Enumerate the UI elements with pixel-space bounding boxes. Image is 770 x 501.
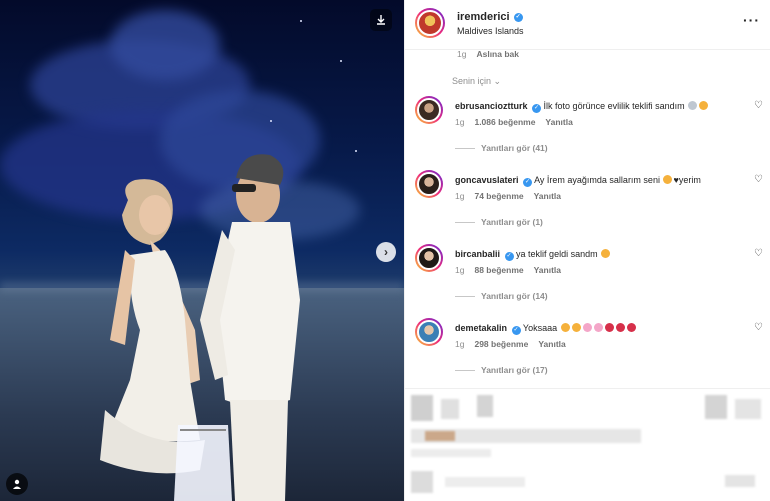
verified-badge-icon: ✓ <box>504 251 514 261</box>
comment-item: goncavuslateri ✓ Ay İrem ayağımda sallar… <box>405 170 770 240</box>
username-text[interactable]: iremderici <box>457 11 510 23</box>
comment-username[interactable]: ebrusancioztturk <box>455 101 528 111</box>
view-replies-label: Yanıtları gör (17) <box>481 365 548 375</box>
more-horizontal-icon[interactable]: ··· <box>743 12 760 28</box>
user-tag-icon[interactable] <box>6 473 28 495</box>
ring-emoji-icon <box>688 101 698 110</box>
comment-username[interactable]: bircanbalii <box>455 249 500 259</box>
comment-likes[interactable]: 298 beğenme <box>474 339 528 349</box>
blurred-block <box>477 395 493 417</box>
heart-icon[interactable]: ♡ <box>754 322 763 333</box>
comment-meta: 1g 74 beğenme Yanıtla <box>455 191 561 201</box>
comment-text: demetakalin ✓ Yoksaaa <box>455 322 745 335</box>
chevron-right-icon[interactable]: › <box>376 242 396 262</box>
heart-eyes-emoji-icon <box>560 323 570 332</box>
blurred-block <box>411 395 433 421</box>
comment-likes[interactable]: 1.086 beğenme <box>474 117 535 127</box>
post-username[interactable]: iremderici ✓ <box>457 11 523 23</box>
comment-item: demetakalin ✓ Yoksaaa 1g 298 beğenme Yan… <box>405 318 770 388</box>
view-replies-label: Yanıtları gör (14) <box>481 291 548 301</box>
post-header: iremderici ✓ Maldives Islands ··· <box>405 0 770 50</box>
verified-badge-icon: ✓ <box>523 177 533 187</box>
heart-emoji-icon <box>604 323 614 332</box>
reply-button[interactable]: Yanıtla <box>545 117 572 127</box>
comment-time: 1g <box>455 339 465 349</box>
comment-meta: 1g 88 beğenme Yanıtla <box>455 265 561 275</box>
blurred-block <box>411 449 491 457</box>
post-time: 1g <box>457 49 467 59</box>
heart-icon[interactable]: ♡ <box>754 248 763 259</box>
avatar[interactable] <box>415 318 443 346</box>
comment-username[interactable]: goncavuslateri <box>455 175 519 185</box>
heart-emoji-icon <box>615 323 625 332</box>
reply-button[interactable]: Yanıtla <box>538 339 565 349</box>
save-icon[interactable] <box>370 9 392 31</box>
comment-text: ebrusancioztturk ✓ İlk foto görünce evli… <box>455 100 745 113</box>
comments-panel: iremderici ✓ Maldives Islands ··· 1g Asl… <box>404 0 770 501</box>
heart-icon[interactable]: ♡ <box>754 100 763 111</box>
blurred-block <box>705 395 727 419</box>
view-replies-label: Yanıtları gör (41) <box>481 143 548 153</box>
avatar[interactable] <box>415 170 443 198</box>
view-replies-label: Yanıtları gör (1) <box>481 217 543 227</box>
comment-item: ebrusancioztturk ✓ İlk foto görünce evli… <box>405 96 770 166</box>
post-location[interactable]: Maldives Islands <box>457 26 524 36</box>
chevron-down-icon: ⌄ <box>493 76 502 86</box>
blurred-action-area <box>405 388 770 501</box>
comment-text: goncavuslateri ✓ Ay İrem ayağımda sallar… <box>455 174 745 187</box>
heart-eyes-emoji-icon <box>601 249 611 258</box>
comment-likes[interactable]: 74 beğenme <box>474 191 523 201</box>
divider <box>455 147 475 149</box>
blurred-block <box>425 431 455 441</box>
post-caption-meta: 1g Aslına bak <box>457 49 519 59</box>
heart-emoji-icon <box>626 323 636 332</box>
comment-text: bircanbalii ✓ ya teklif geldi sandm <box>455 248 745 261</box>
comment-likes[interactable]: 88 beğenme <box>474 265 523 275</box>
blurred-block <box>735 399 761 419</box>
divider <box>455 221 475 223</box>
blurred-block <box>441 399 459 419</box>
comment-username[interactable]: demetakalin <box>455 323 507 333</box>
avatar[interactable] <box>415 8 445 38</box>
comment-sort-dropdown[interactable]: Senin için ⌄ <box>452 76 501 87</box>
avatar[interactable] <box>415 244 443 272</box>
sort-label: Senin için <box>452 76 492 86</box>
blurred-block <box>411 471 433 493</box>
see-translation-link[interactable]: Aslına bak <box>476 49 519 59</box>
divider <box>455 295 475 297</box>
comment-body: ya teklif geldi sandm <box>516 249 598 259</box>
comment-meta: 1g 298 beğenme Yanıtla <box>455 339 566 349</box>
comment-body: Ay İrem ayağımda sallarım seni <box>534 175 660 185</box>
reply-button[interactable]: Yanıtla <box>534 191 561 201</box>
flower-emoji-icon <box>593 323 603 332</box>
blurred-block <box>725 475 755 487</box>
reply-button[interactable]: Yanıtla <box>534 265 561 275</box>
starstruck-emoji-icon <box>663 175 673 184</box>
starstruck-emoji-icon <box>571 323 581 332</box>
verified-badge-icon: ✓ <box>532 103 542 113</box>
comment-body: İlk foto görünce evlilik teklifi sandım <box>543 101 685 111</box>
couple-figures <box>100 154 300 501</box>
post-photo[interactable]: › <box>0 0 404 501</box>
comment-body: Yoksaaa <box>522 323 558 333</box>
comment-body-suffix: yerim <box>678 175 701 185</box>
comment-time: 1g <box>455 265 465 275</box>
view-replies-button[interactable]: Yanıtları gör (1) <box>455 217 543 227</box>
divider <box>455 369 475 371</box>
starstruck-emoji-icon <box>699 101 709 110</box>
verified-badge-icon: ✓ <box>511 325 521 335</box>
blurred-block <box>445 477 525 487</box>
comment-meta: 1g 1.086 beğenme Yanıtla <box>455 117 573 127</box>
comment-time: 1g <box>455 191 465 201</box>
comment-time: 1g <box>455 117 465 127</box>
flower-emoji-icon <box>582 323 592 332</box>
view-replies-button[interactable]: Yanıtları gör (17) <box>455 365 548 375</box>
comment-item: bircanbalii ✓ ya teklif geldi sandm 1g 8… <box>405 244 770 314</box>
view-replies-button[interactable]: Yanıtları gör (41) <box>455 143 548 153</box>
view-replies-button[interactable]: Yanıtları gör (14) <box>455 291 548 301</box>
heart-icon[interactable]: ♡ <box>754 174 763 185</box>
verified-badge-icon: ✓ <box>513 12 523 22</box>
avatar[interactable] <box>415 96 443 124</box>
